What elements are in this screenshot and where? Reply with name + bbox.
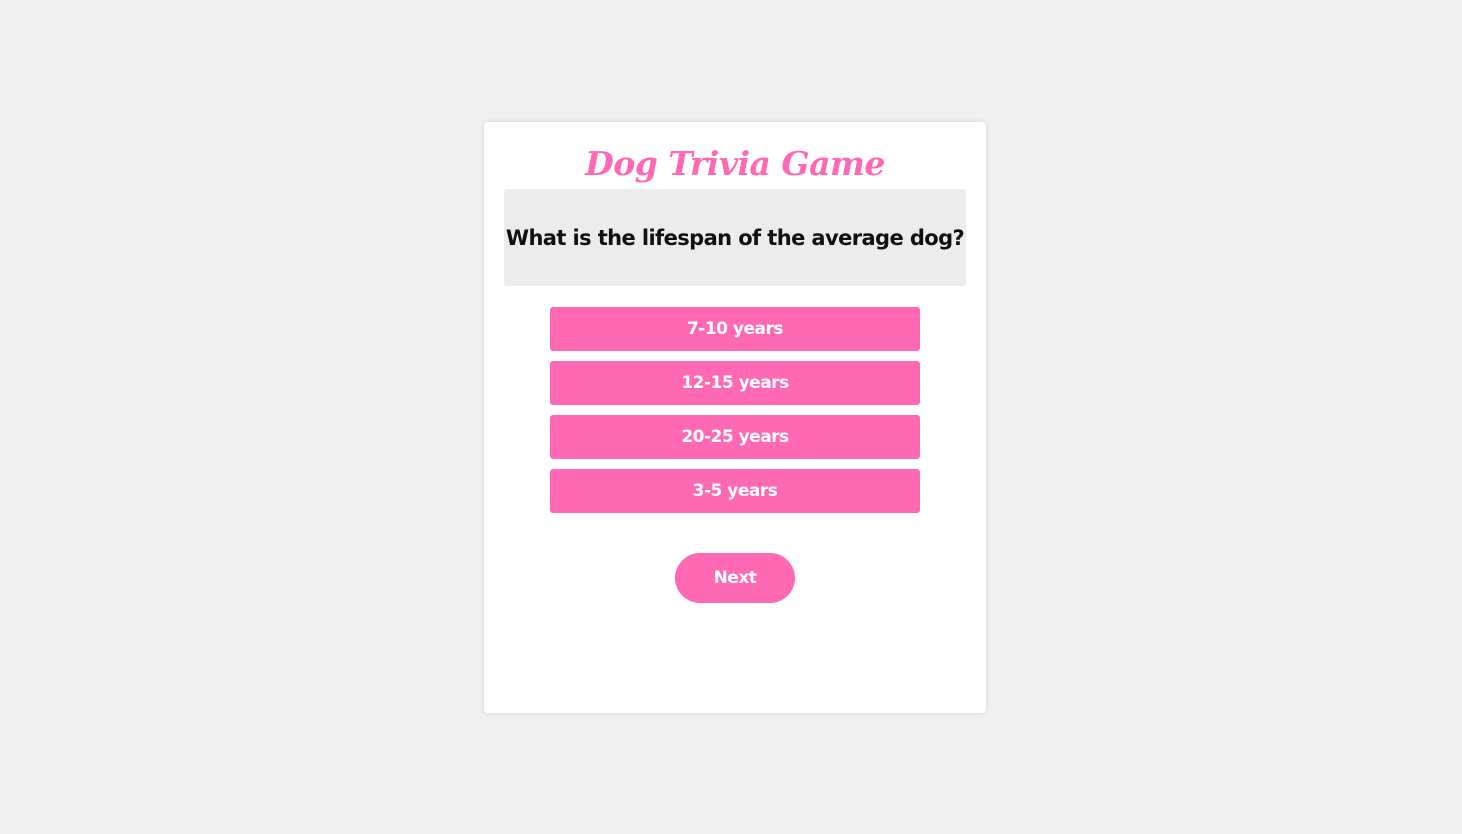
answer-button-1[interactable]: 7-10 years [550,307,920,351]
question-text: What is the lifespan of the average dog? [505,225,965,250]
answer-button-4[interactable]: 3-5 years [550,469,920,513]
game-title: Dog Trivia Game [585,144,885,183]
trivia-card: Dog Trivia Game What is the lifespan of … [484,122,986,713]
answer-button-3[interactable]: 20-25 years [550,415,920,459]
next-button[interactable]: Next [675,553,795,603]
answer-list: 7-10 years 12-15 years 20-25 years 3-5 y… [550,307,920,523]
answer-button-2[interactable]: 12-15 years [550,361,920,405]
question-box: What is the lifespan of the average dog? [504,189,966,286]
